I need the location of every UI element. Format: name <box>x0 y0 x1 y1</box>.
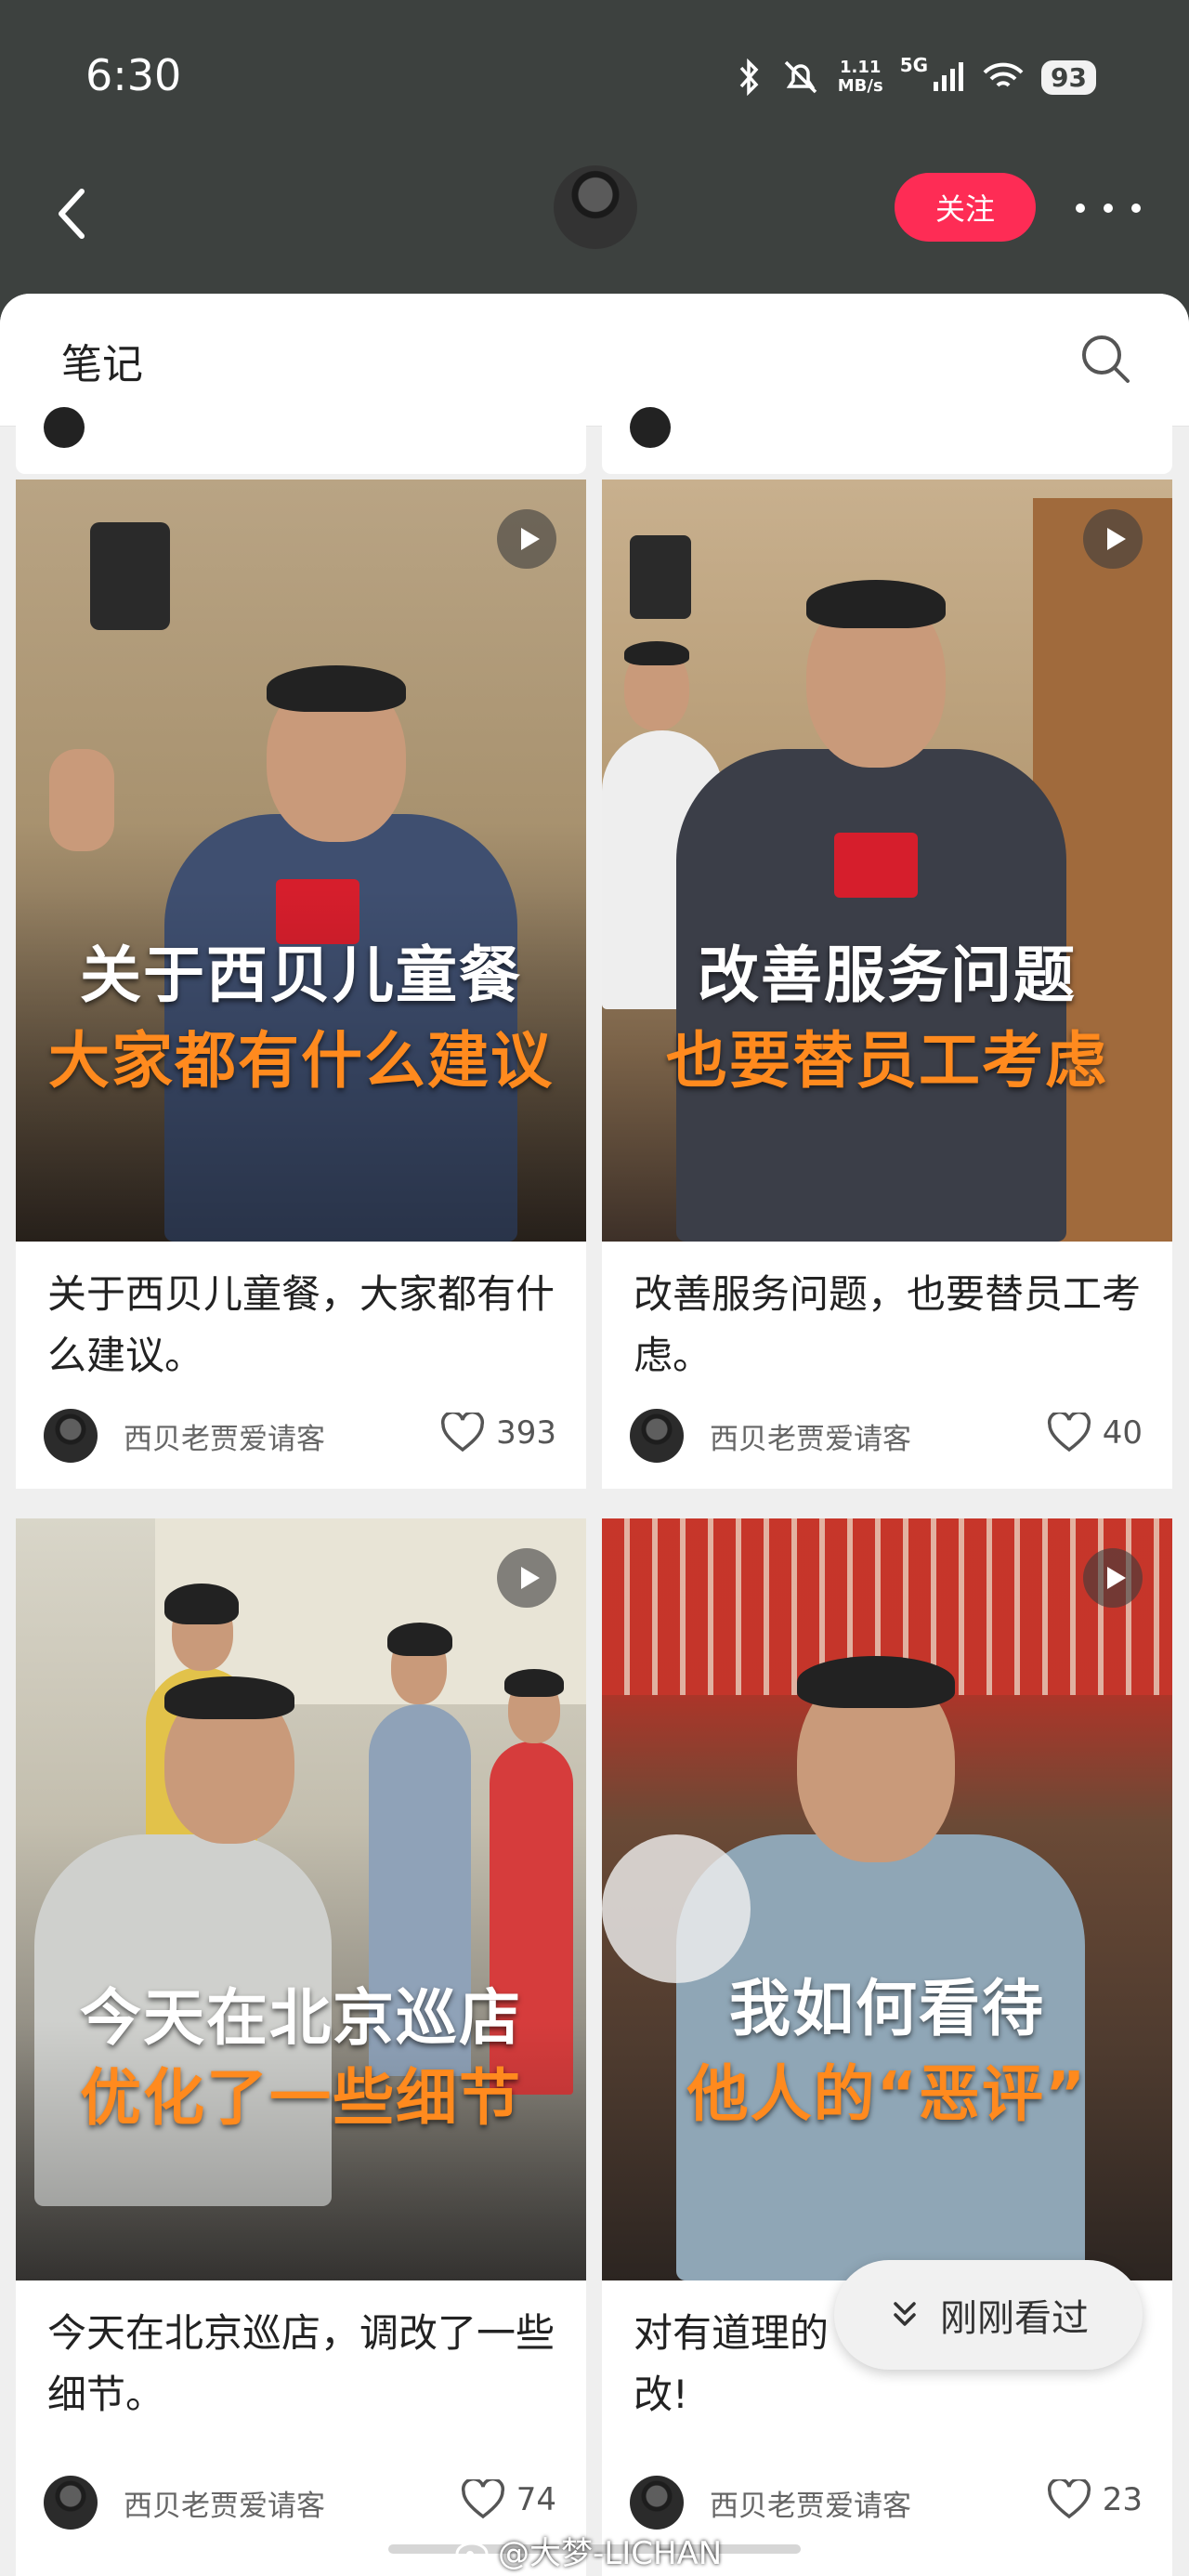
more-dots-icon <box>1076 204 1085 213</box>
microphone <box>834 833 918 898</box>
search-button[interactable] <box>1078 331 1133 387</box>
signal-icon <box>934 62 964 91</box>
avatar <box>44 2476 98 2530</box>
like-count: 23 <box>1102 2481 1143 2518</box>
note-card[interactable]: 关于西贝儿童餐 大家都有什么建议 关于西贝儿童餐，大家都有什么建议。 西贝老贾爱… <box>16 480 586 1489</box>
play-icon <box>1083 509 1143 569</box>
net-speed-unit: MB/s <box>837 76 883 96</box>
more-dot <box>1131 204 1141 213</box>
avatar <box>630 407 671 448</box>
weibo-icon <box>455 2542 489 2565</box>
note-thumbnail[interactable]: 今天在北京巡店 优化了一些细节 <box>16 1518 586 2280</box>
battery-indicator: 93 <box>1041 59 1096 95</box>
overlay-line1: 今天在北京巡店 <box>80 1982 522 2054</box>
chevron-left-icon <box>59 189 85 239</box>
note-title[interactable]: 今天在北京巡店，调改了一些细节。 <box>47 2303 568 2425</box>
like-count: 40 <box>1102 1414 1143 1452</box>
back-button[interactable] <box>46 182 102 247</box>
play-icon <box>497 1548 556 1608</box>
network-type: 5G <box>899 54 929 76</box>
follow-button[interactable]: 关注 <box>895 173 1036 242</box>
note-thumbnail[interactable]: 改善服务问题 也要替员工考虑 <box>602 480 1172 1242</box>
watermark-text: @大梦-LICHAN <box>498 2535 723 2572</box>
play-icon <box>497 509 556 569</box>
notes-sheet: 笔记 关于西贝儿童餐 大家都有什么建议 关于西贝儿童餐，大家都有什么建议。 西贝… <box>0 294 1189 2576</box>
net-speed-value: 1.11 <box>840 58 882 77</box>
author-name: 西贝老贾爱请客 <box>710 2489 911 2523</box>
avatar <box>44 1409 98 1463</box>
like-button[interactable]: 40 <box>1047 1413 1143 1453</box>
status-time: 6:30 <box>85 50 182 100</box>
play-icon <box>1083 1548 1143 1608</box>
note-thumbnail[interactable]: 我如何看待 他人的“恶评” <box>602 1518 1172 2280</box>
note-author[interactable]: 西贝老贾爱请客 <box>44 1409 325 1463</box>
overlay-line1: 我如何看待 <box>729 1973 1045 2044</box>
watermark: @大梦-LICHAN <box>455 2528 722 2573</box>
like-count: 393 <box>496 1414 556 1452</box>
note-title-line2: 改! <box>634 2372 688 2417</box>
note-title[interactable]: 改善服务问题，也要替员工考虑。 <box>634 1264 1154 1387</box>
speaker-person <box>676 535 1141 1242</box>
net-speed: 1.11 MB/s <box>838 59 883 96</box>
recently-viewed-label: 刚刚看过 <box>940 2297 1089 2340</box>
recently-viewed-button[interactable]: 刚刚看过 <box>834 2260 1143 2370</box>
card-stub <box>16 407 586 474</box>
more-button[interactable] <box>1076 190 1141 227</box>
bluetooth-icon <box>739 59 759 96</box>
more-dot <box>1104 204 1113 213</box>
card-stub <box>602 407 1172 474</box>
heart-icon <box>461 2479 504 2519</box>
avatar <box>630 1409 684 1463</box>
like-button[interactable]: 393 <box>440 1413 556 1453</box>
overlay-line2: 优化了一些细节 <box>80 2062 522 2134</box>
note-author[interactable]: 西贝老贾爱请客 <box>44 2476 325 2530</box>
like-button[interactable]: 23 <box>1047 2479 1143 2520</box>
search-icon <box>1082 335 1130 383</box>
overlay-line2: 他人的“恶评” <box>686 2058 1088 2130</box>
note-card[interactable]: 改善服务问题 也要替员工考虑 改善服务问题，也要替员工考虑。 西贝老贾爱请客 4… <box>602 480 1172 1489</box>
speaker-person <box>676 1621 1122 2280</box>
author-name: 西贝老贾爱请客 <box>124 1422 325 1456</box>
sheet-title: 笔记 <box>61 341 143 388</box>
overlay-line1: 改善服务问题 <box>698 940 1077 1011</box>
overlay-line2: 也要替员工考虑 <box>666 1025 1108 1097</box>
heart-icon <box>441 1413 485 1452</box>
avatar <box>44 407 85 448</box>
avatar <box>630 2476 684 2530</box>
status-bar: 6:30 1.11 MB/s 5G 93 <box>0 0 1189 158</box>
note-card[interactable]: 我如何看待 他人的“恶评” 对有道理的 改! 西贝老贾爱请客 23 <box>602 1518 1172 2576</box>
sheet-header: 笔记 <box>0 294 1189 427</box>
author-name: 西贝老贾爱请客 <box>710 1422 911 1456</box>
overlay-line1: 关于西贝儿童餐 <box>80 940 522 1011</box>
like-button[interactable]: 74 <box>461 2479 556 2520</box>
author-name: 西贝老贾爱请客 <box>124 2489 325 2523</box>
note-thumbnail[interactable]: 关于西贝儿童餐 大家都有什么建议 <box>16 480 586 1242</box>
status-icons: 1.11 MB/s 5G 93 <box>736 54 1096 100</box>
note-author[interactable]: 西贝老贾爱请客 <box>630 2476 911 2530</box>
note-title[interactable]: 关于西贝儿童餐，大家都有什么建议。 <box>47 1264 568 1387</box>
like-count: 74 <box>516 2481 556 2518</box>
note-author[interactable]: 西贝老贾爱请客 <box>630 1409 911 1463</box>
overlay-line2: 大家都有什么建议 <box>48 1025 554 1097</box>
wifi-icon <box>983 62 1024 87</box>
note-card[interactable]: 今天在北京巡店 优化了一些细节 今天在北京巡店，调改了一些细节。 西贝老贾爱请客… <box>16 1518 586 2576</box>
double-chevron-down-icon <box>894 2302 916 2326</box>
mute-bell-icon <box>784 60 817 94</box>
heart-icon <box>1047 2479 1091 2519</box>
profile-avatar[interactable] <box>554 165 637 249</box>
heart-icon <box>1047 1413 1091 1452</box>
